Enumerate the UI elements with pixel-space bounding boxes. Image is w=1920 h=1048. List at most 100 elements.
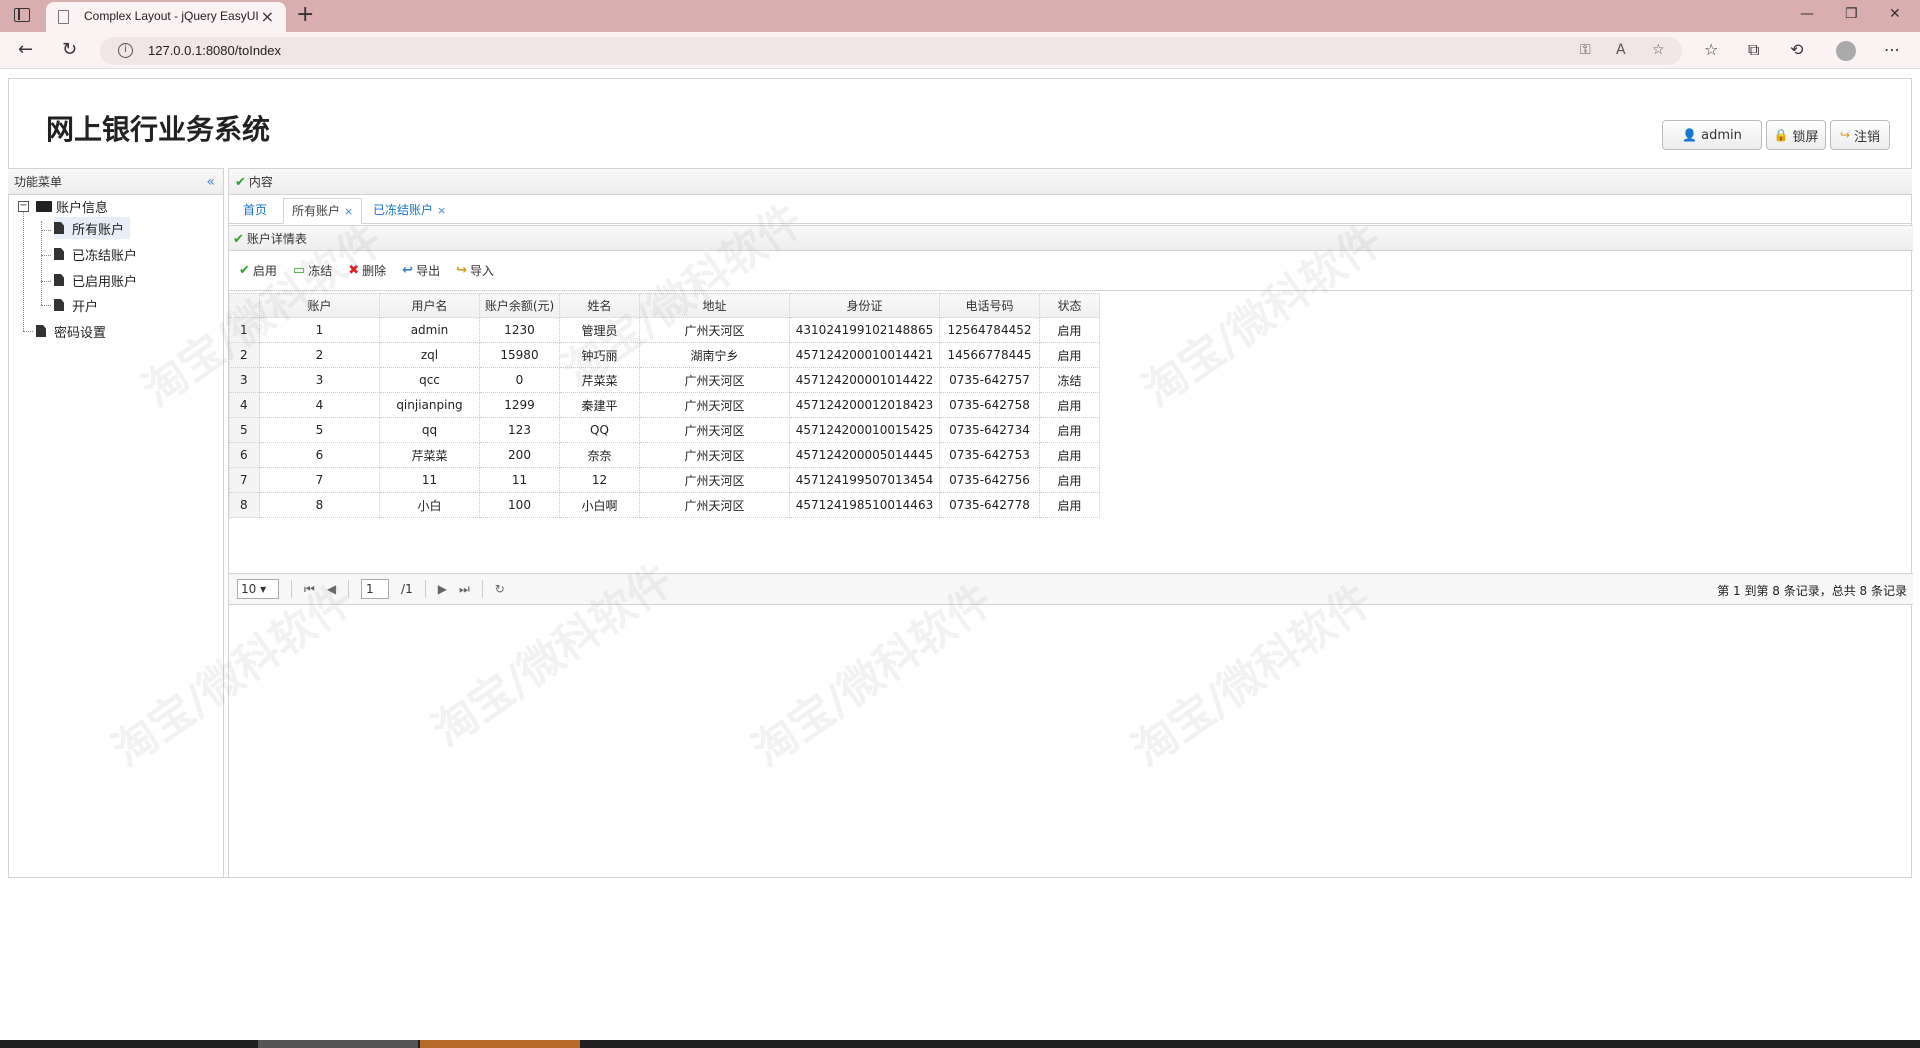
logout-button[interactable]: ↪ 注销 — [1830, 120, 1890, 150]
table-row[interactable]: 3 3 qcc 0 芹菜菜 广州天河区 457124200001014422 0735-642… — [229, 367, 1100, 393]
tab-all-accounts[interactable]: 所有账户 × — [283, 198, 363, 224]
tree-node-frozen-accounts[interactable]: 已冻结账户 — [54, 243, 137, 265]
tab-home[interactable]: 首页 — [235, 198, 275, 224]
file-icon — [36, 325, 46, 337]
address-bar-row: ← ↻ i 127.0.0.1:8080/toIndex ⚿ A ☆ — [0, 32, 1920, 69]
export-button[interactable]: ↩ 导出 — [402, 262, 440, 279]
sidebar-toggle-icon[interactable] — [14, 8, 30, 22]
folder-open-icon — [36, 200, 52, 212]
column-header[interactable]: 姓名 — [559, 293, 640, 318]
table-cell: 0735-642758 — [939, 392, 1040, 418]
tree-node-enabled-accounts[interactable]: 已启用账户 — [54, 269, 137, 291]
tab-frozen-accounts[interactable]: 已冻结账户 × — [365, 198, 454, 224]
table-cell: 管理员 — [559, 317, 640, 343]
table-cell: QQ — [559, 417, 640, 443]
file-icon — [54, 248, 64, 260]
content-header: ✔ 内容 — [229, 169, 1912, 195]
column-header[interactable]: 地址 — [639, 293, 790, 318]
read-aloud-icon[interactable]: A — [1616, 42, 1626, 58]
tree-node-password-settings[interactable]: 密码设置 — [36, 320, 106, 342]
table-cell: 钟巧丽 — [559, 342, 640, 368]
refresh-icon[interactable]: ↻ — [62, 39, 77, 60]
content-panel: ✔ 内容 首页 所有账户 × 已冻结账户 × ✔ 账户详情表 ✔ 启用 ▭ 冻结 ✖ 删除 ↩… — [228, 168, 1913, 878]
table-cell: 广州天河区 — [639, 442, 790, 468]
table-cell: 0735-642778 — [939, 492, 1040, 518]
file-icon — [54, 222, 64, 234]
taskbar-item[interactable] — [420, 1040, 580, 1048]
table-cell: 启用 — [1039, 342, 1100, 368]
menu-header: 功能菜单 « — [8, 169, 223, 195]
column-header[interactable]: 账户余额(元) — [479, 293, 560, 318]
button-label: 导入 — [469, 264, 494, 278]
table-cell: 小白啊 — [559, 492, 640, 518]
table-cell: admin — [379, 317, 480, 343]
delete-button[interactable]: ✖ 删除 — [348, 262, 386, 279]
column-header[interactable]: 账户 — [259, 293, 380, 318]
new-tab-button[interactable]: + — [296, 2, 314, 27]
key-icon[interactable]: ⚿ — [1580, 42, 1591, 58]
favorite-add-icon[interactable]: ☆ — [1652, 42, 1665, 58]
table-row[interactable]: 7 7 11 11 12 广州天河区 457124199507013454 0735-6427… — [229, 467, 1100, 493]
tree-node-label: 已冻结账户 — [72, 248, 138, 264]
collapse-icon[interactable]: « — [206, 169, 215, 195]
refresh-icon[interactable]: ↻ — [495, 582, 505, 596]
minimize-icon[interactable]: — — [1800, 6, 1814, 22]
tree-node-all-accounts[interactable]: 所有账户 — [54, 217, 131, 239]
taskbar-item[interactable] — [258, 1040, 418, 1048]
column-header[interactable]: 身份证 — [789, 293, 940, 318]
table-cell: 12 — [559, 467, 640, 493]
last-page-icon[interactable]: ⏭ — [459, 582, 470, 597]
tab-label: 所有账户 — [292, 204, 341, 218]
tree-node-account-info[interactable]: 账户信息 — [36, 195, 108, 217]
browser-tab[interactable]: Complex Layout - jQuery EasyUI × — [46, 2, 286, 32]
enable-button[interactable]: ✔ 启用 — [239, 262, 277, 279]
collections-icon[interactable]: ⧉ — [1748, 40, 1759, 60]
table-cell: qcc — [379, 367, 480, 393]
close-tab-icon[interactable]: × — [437, 204, 446, 217]
page-number-input[interactable]: 1 — [361, 579, 390, 599]
page-size-select[interactable]: 10 ▾ — [237, 579, 279, 599]
tree-node-open-account[interactable]: 开户 — [54, 294, 98, 316]
collapse-node-icon[interactable]: − — [18, 201, 29, 212]
prev-page-icon[interactable]: ◀ — [327, 582, 336, 596]
table-row[interactable]: 4 4 qinjianping 1299 秦建平 广州天河区 457124200012018… — [229, 392, 1100, 418]
column-header[interactable]: 状态 — [1039, 293, 1100, 318]
table-row[interactable]: 1 1 admin 1230 管理员 广州天河区 431024199102148865 125… — [229, 317, 1100, 343]
button-label: 删除 — [362, 264, 387, 278]
lock-button[interactable]: 🔒 锁屏 — [1766, 120, 1826, 150]
table-row[interactable]: 6 6 芹菜菜 200 奈奈 广州天河区 457124200005014445 0735-64… — [229, 442, 1100, 468]
profile-avatar[interactable] — [1836, 41, 1856, 61]
table-row[interactable]: 8 8 小白 100 小白啊 广州天河区 457124198510014463 0735-64… — [229, 492, 1100, 518]
close-window-icon[interactable]: ✕ — [1889, 6, 1901, 22]
favorites-icon[interactable]: ☆ — [1704, 40, 1718, 59]
first-page-icon[interactable]: ⏮ — [304, 582, 315, 597]
history-icon[interactable]: ⟲ — [1790, 40, 1803, 59]
next-page-icon[interactable]: ▶ — [438, 582, 447, 596]
user-button[interactable]: 👤 admin — [1662, 120, 1762, 150]
column-header[interactable]: 用户名 — [379, 293, 480, 318]
url-text: 127.0.0.1:8080/toIndex — [148, 43, 282, 58]
table-cell: 8 — [259, 492, 380, 518]
table-row[interactable]: 5 5 qq 123 QQ 广州天河区 457124200010015425 0735-642… — [229, 417, 1100, 443]
back-icon[interactable]: ← — [18, 39, 33, 60]
import-button[interactable]: ↪ 导入 — [456, 262, 494, 279]
more-icon[interactable]: ⋯ — [1884, 40, 1900, 59]
table-cell: 457124200010015425 — [789, 417, 940, 443]
freeze-button[interactable]: ▭ 冻结 — [293, 262, 332, 279]
page-size-value: 10 — [241, 582, 257, 596]
column-header[interactable]: 电话号码 — [939, 293, 1040, 318]
restore-icon[interactable]: ❐ — [1845, 6, 1858, 22]
table-row[interactable]: 2 2 zql 15980 钟巧丽 湖南宁乡 457124200010014421 14566… — [229, 342, 1100, 368]
total-pages: /1 — [401, 582, 413, 596]
file-icon — [54, 299, 64, 311]
lock-icon: 🔒 — [1773, 128, 1789, 142]
url-field[interactable]: i 127.0.0.1:8080/toIndex ⚿ A ☆ — [100, 37, 1682, 65]
info-icon[interactable]: i — [118, 43, 133, 58]
tree-node-label: 已启用账户 — [72, 274, 138, 290]
close-tab-icon[interactable]: × — [344, 205, 353, 218]
back-arrow-icon: ↩ — [402, 263, 414, 278]
row-number: 8 — [229, 492, 260, 518]
close-tab-icon[interactable]: × — [261, 7, 274, 26]
table-cell: zql — [379, 342, 480, 368]
table-cell: 启用 — [1039, 442, 1100, 468]
